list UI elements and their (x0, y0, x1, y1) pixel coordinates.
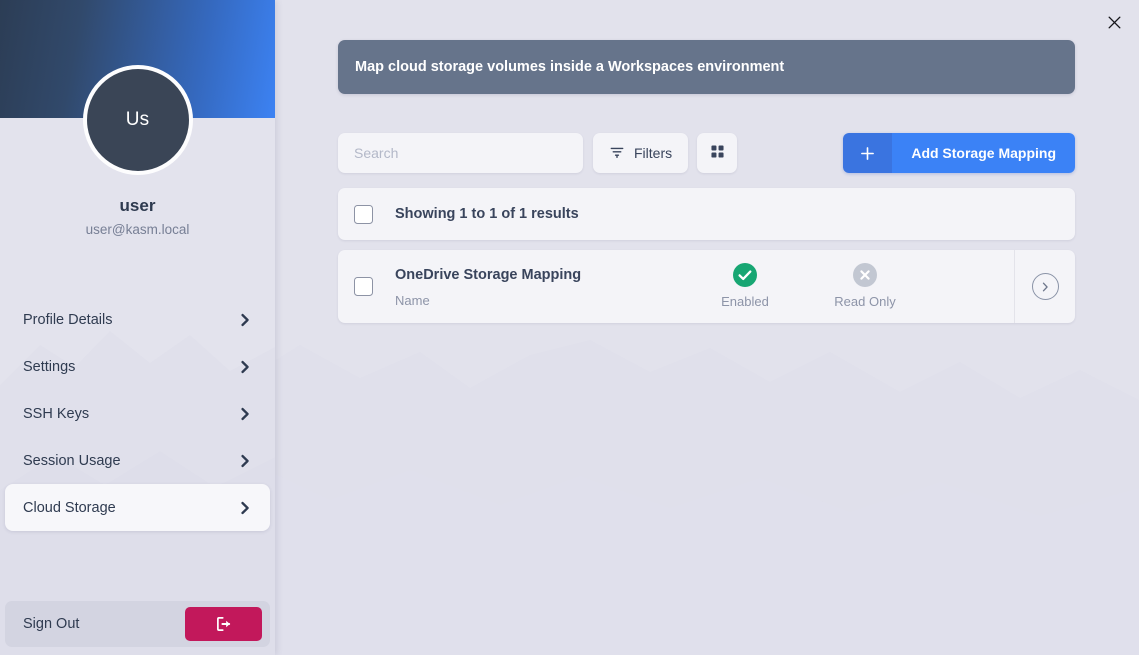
sidebar-item-ssh-keys[interactable]: SSH Keys (5, 390, 270, 437)
status-enabled-label: Enabled (721, 294, 769, 310)
close-button[interactable] (1098, 8, 1130, 40)
page-banner: Map cloud storage volumes inside a Works… (338, 40, 1075, 94)
x-circle-icon (853, 263, 877, 287)
status-read-only: Read Only (805, 263, 925, 310)
table-row[interactable]: OneDrive Storage Mapping Name Enabled (338, 250, 1075, 323)
plus-icon (843, 133, 892, 173)
chevron-right-icon (238, 407, 252, 421)
page-banner-text: Map cloud storage volumes inside a Works… (355, 57, 784, 77)
row-action-cell (1014, 250, 1075, 323)
chevron-right-icon (238, 454, 252, 468)
avatar[interactable]: Us (83, 65, 193, 175)
filters-label: Filters (634, 145, 672, 161)
sidebar-nav: Profile Details Settings SSH Keys Sessio… (5, 296, 270, 531)
sidebar-item-settings[interactable]: Settings (5, 343, 270, 390)
results-summary-bar: Showing 1 to 1 of 1 results (338, 188, 1075, 240)
sidebar-item-label: Settings (23, 357, 238, 377)
row-title: OneDrive Storage Mapping (395, 265, 685, 285)
grid-view-button[interactable] (697, 133, 737, 173)
close-icon (1105, 13, 1124, 35)
sidebar-item-cloud-storage[interactable]: Cloud Storage (5, 484, 270, 531)
chevron-right-icon (238, 313, 252, 327)
app-shell: Us user user@kasm.local Profile Details … (0, 0, 1139, 655)
toolbar: Filters (338, 133, 1075, 173)
sign-out-button[interactable] (185, 607, 262, 641)
sidebar: Us user user@kasm.local Profile Details … (0, 0, 275, 655)
sidebar-item-label: SSH Keys (23, 404, 238, 424)
user-email: user@kasm.local (0, 219, 275, 240)
sidebar-item-profile-details[interactable]: Profile Details (5, 296, 270, 343)
status-read-only-label: Read Only (834, 294, 895, 310)
add-storage-mapping-label: Add Storage Mapping (892, 133, 1075, 173)
chevron-right-circle-icon[interactable] (1032, 273, 1059, 300)
avatar-initials: Us (126, 109, 150, 131)
sidebar-item-label: Cloud Storage (23, 498, 238, 518)
status-enabled: Enabled (685, 263, 805, 310)
content-column: Map cloud storage volumes inside a Works… (338, 40, 1075, 323)
filter-icon (609, 144, 625, 163)
sidebar-item-label: Profile Details (23, 310, 238, 330)
sidebar-item-session-usage[interactable]: Session Usage (5, 437, 270, 484)
filters-button[interactable]: Filters (593, 133, 688, 173)
sign-out-icon (215, 615, 233, 633)
check-circle-icon (733, 263, 757, 287)
search-input[interactable] (338, 133, 583, 173)
user-identity-block: user user@kasm.local (0, 195, 275, 240)
chevron-right-icon (238, 360, 252, 374)
sidebar-item-label: Session Usage (23, 451, 238, 471)
sign-out-label: Sign Out (23, 616, 185, 632)
user-name: user (0, 195, 275, 217)
row-select-checkbox[interactable] (354, 277, 373, 296)
row-primary-cell: OneDrive Storage Mapping Name (395, 265, 685, 309)
add-storage-mapping-button[interactable]: Add Storage Mapping (843, 133, 1075, 173)
row-subtitle: Name (395, 292, 685, 309)
select-all-checkbox[interactable] (354, 205, 373, 224)
results-summary-text: Showing 1 to 1 of 1 results (395, 206, 579, 222)
chevron-right-icon (238, 501, 252, 515)
sign-out-bar: Sign Out (5, 601, 270, 647)
main-content: Map cloud storage volumes inside a Works… (275, 0, 1139, 655)
grid-view-icon (709, 143, 726, 163)
